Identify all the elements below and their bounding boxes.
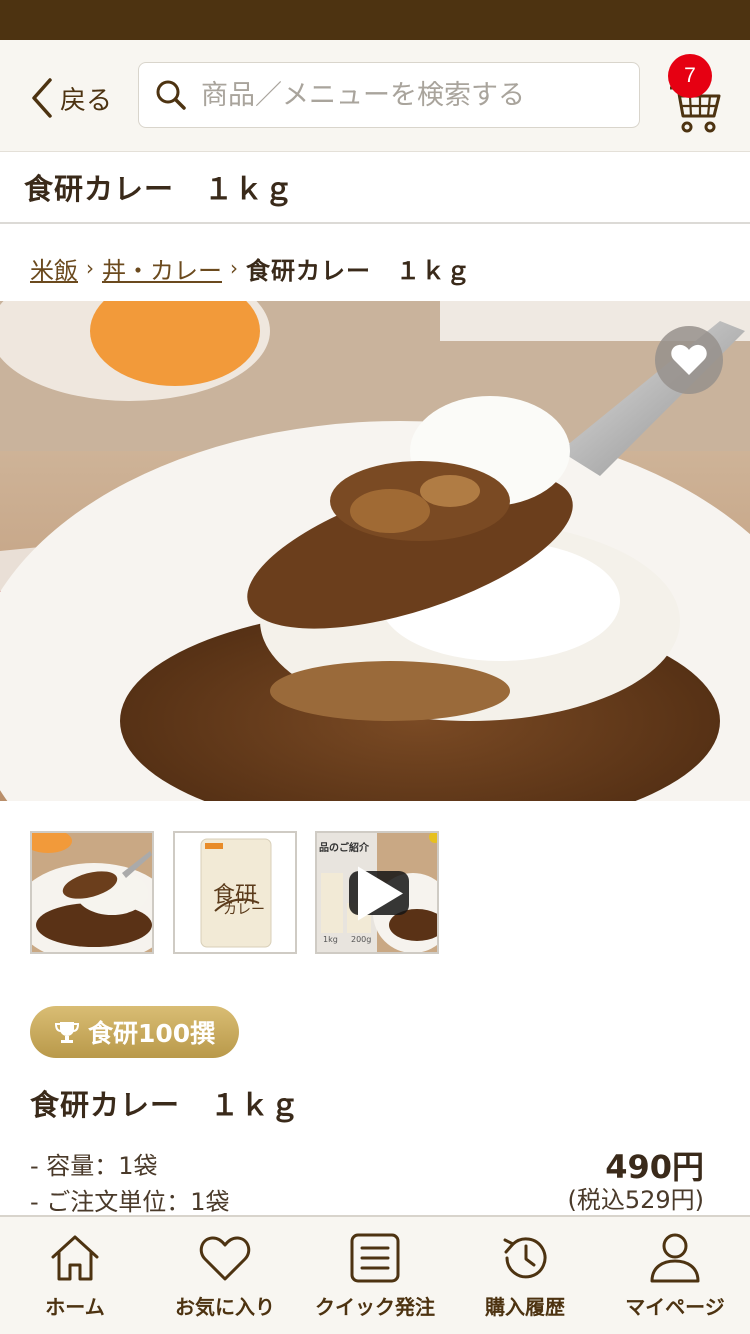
play-button[interactable] <box>349 866 409 920</box>
heart-icon <box>671 344 707 375</box>
chevron-left-icon <box>32 78 52 118</box>
search-icon <box>156 80 186 110</box>
curry-photo <box>0 301 750 801</box>
breadcrumb: 米飯 › 丼・カレー › 食研カレー １ｋｇ <box>30 248 471 288</box>
trophy-icon <box>54 1022 80 1043</box>
status-bar <box>0 0 750 40</box>
back-label: 戻る <box>60 85 113 116</box>
spec-volume: - 容量：1袋 <box>30 1152 158 1180</box>
bottom-tab-bar: ホーム お気に入り クイック発注 購入履歴 マイページ <box>0 1215 750 1334</box>
search-input[interactable] <box>201 79 621 111</box>
thumbnail-video[interactable]: 品のご紹介 1kg 200g <box>315 831 439 954</box>
video-sub-1kg: 1kg <box>323 935 338 944</box>
back-button[interactable]: 戻る <box>28 76 112 120</box>
breadcrumb-separator: › <box>230 256 238 280</box>
spec-order-unit: - ご注文単位：1袋 <box>30 1188 230 1216</box>
header: 戻る 7 <box>0 40 750 152</box>
tab-quick-order[interactable]: クイック発注 <box>300 1217 450 1334</box>
heart-icon <box>199 1236 251 1281</box>
tab-my-page[interactable]: マイページ <box>600 1217 750 1334</box>
breadcrumb-link-don-curry[interactable]: 丼・カレー <box>102 251 222 286</box>
history-icon <box>503 1237 547 1279</box>
tab-label: マイページ <box>625 1295 725 1319</box>
rank-badge-label: 食研100撰 <box>88 1019 216 1048</box>
tab-purchase-history[interactable]: 購入履歴 <box>450 1217 600 1334</box>
person-icon <box>650 1233 700 1283</box>
breadcrumb-separator: › <box>86 256 94 280</box>
page-title-bar: 食研カレー １ｋｇ <box>0 152 750 224</box>
breadcrumb-current: 食研カレー １ｋｇ <box>246 256 471 285</box>
thumbnail-curry-photo[interactable] <box>30 831 154 954</box>
video-sub-200g: 200g <box>351 935 372 944</box>
list-icon <box>350 1233 400 1283</box>
thumbnail-package[interactable]: 食研 カレー <box>173 831 297 954</box>
cart-button[interactable]: 7 <box>664 54 730 138</box>
price-tax-included: (税込529円) <box>567 1186 704 1214</box>
favorite-button[interactable] <box>655 326 723 394</box>
tab-home[interactable]: ホーム <box>0 1217 150 1334</box>
product-main-image[interactable] <box>0 301 750 801</box>
breadcrumb-link-rice[interactable]: 米飯 <box>30 251 78 286</box>
package-sub-text: カレー <box>223 902 265 918</box>
tab-label: 購入履歴 <box>485 1295 565 1319</box>
tab-label: クイック発注 <box>315 1295 435 1319</box>
tab-label: お気に入り <box>175 1295 275 1319</box>
cart-count-badge: 7 <box>668 54 712 98</box>
page-title: 食研カレー １ｋｇ <box>24 172 295 206</box>
search-box[interactable] <box>138 62 640 128</box>
tab-label: ホーム <box>45 1295 105 1319</box>
rank-badge: 食研100撰 <box>30 1006 240 1058</box>
product-name: 食研カレー １ｋｇ <box>30 1088 301 1122</box>
home-icon <box>51 1235 99 1281</box>
tab-favorites[interactable]: お気に入り <box>150 1217 300 1334</box>
